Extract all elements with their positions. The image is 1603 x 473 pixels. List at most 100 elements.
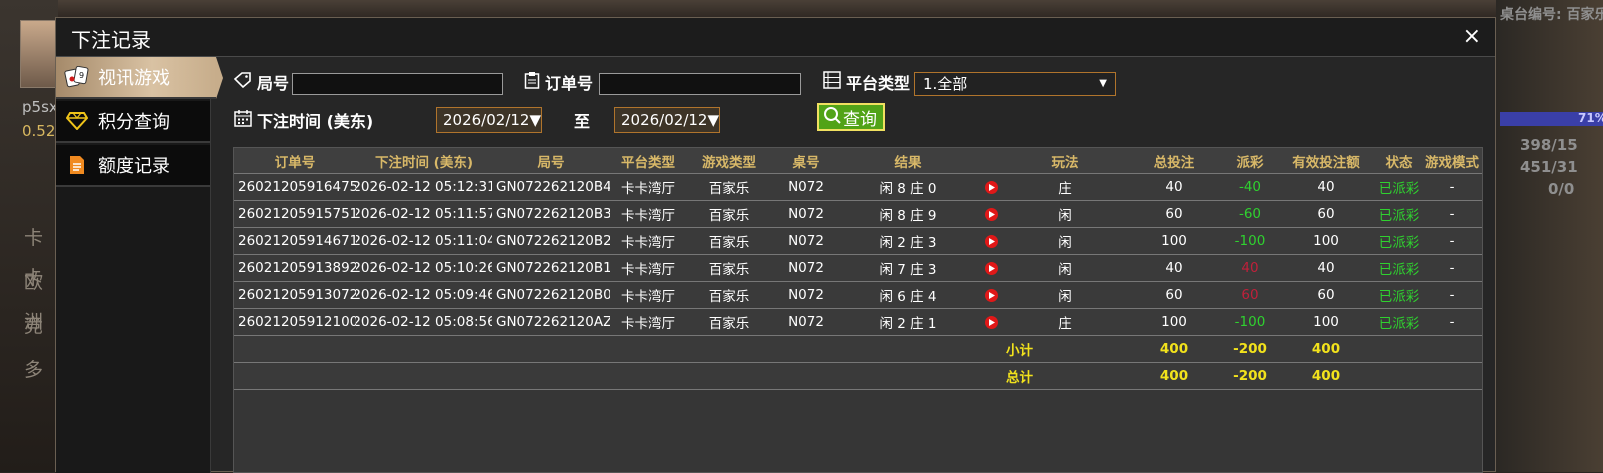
nav-item-live-games[interactable]: 9 视讯游戏: [56, 57, 223, 99]
nav-label: 积分查询: [98, 112, 170, 133]
cell-table: N072: [788, 314, 824, 330]
play-video-icon[interactable]: [976, 309, 1006, 335]
cell-time: 2026-02-12 05:11:57: [356, 206, 492, 222]
table-row[interactable]: 260212059157513 2026-02-12 05:11:57 GN0722…: [234, 201, 1482, 228]
column-header: [976, 148, 1006, 173]
play-video-icon[interactable]: [976, 201, 1006, 227]
cell-payout: -40: [1238, 179, 1262, 195]
cell-round: GN072262120B1: [496, 260, 610, 276]
sum-cell: 小计: [1006, 343, 1033, 359]
diamond-icon: [64, 110, 90, 132]
date-to-picker[interactable]: 2026/02/12▼: [614, 107, 720, 133]
cell-play: 庄: [1058, 316, 1072, 332]
lobby-menu-item[interactable]: 竞: [0, 306, 58, 346]
cell-platform: 卡卡湾厅: [621, 316, 675, 332]
search-icon: [823, 106, 841, 129]
cell-mode: -: [1449, 287, 1455, 303]
column-header: 玩法: [1051, 154, 1079, 171]
clipboard-icon: [524, 71, 540, 93]
cell-time: 2026-02-12 05:09:46: [356, 287, 492, 303]
cell-payout: -100: [1234, 233, 1266, 249]
round-label-group: 局号: [233, 70, 290, 94]
cell-bet: 100: [1161, 314, 1187, 330]
round-input[interactable]: [292, 73, 503, 95]
cell-round: GN072262120B4: [496, 179, 610, 195]
platform-label: 平台类型: [846, 74, 911, 93]
cell-result: 闲 8 庄 0: [879, 181, 937, 197]
table-row[interactable]: 260212059130728 2026-02-12 05:09:46 GN0722…: [234, 282, 1482, 309]
play-video-icon[interactable]: [976, 282, 1006, 308]
platform-label-group: 平台类型: [823, 70, 910, 94]
cell-platform: 卡卡湾厅: [621, 235, 675, 251]
round-label: 局号: [257, 74, 290, 93]
cell-status: 已派彩: [1378, 289, 1420, 305]
cell-table: N072: [788, 287, 824, 303]
nav-item-points[interactable]: 积分查询: [56, 101, 210, 143]
play-video-icon[interactable]: [976, 255, 1006, 281]
cell-mode: -: [1449, 233, 1455, 249]
lobby-menu-item[interactable]: 欧洲: [0, 262, 58, 333]
play-video-icon[interactable]: [976, 228, 1006, 254]
cell-game: 百家乐: [708, 316, 750, 332]
platform-select[interactable]: 1.全部 ▼: [914, 72, 1116, 96]
cell-mode: -: [1449, 206, 1455, 222]
column-header: 派彩: [1236, 154, 1264, 171]
column-header: 订单号: [274, 154, 316, 171]
cell-play: 闲: [1058, 289, 1072, 305]
date-from-picker[interactable]: 2026/02/12▼: [436, 107, 542, 133]
order-number-input[interactable]: [599, 73, 801, 95]
sum-cell: [234, 363, 356, 389]
sum-cell: [976, 336, 1006, 362]
column-header: 总投注: [1153, 154, 1195, 171]
cell-play: 闲: [1058, 235, 1072, 251]
modal-header: 下注记录 ×: [56, 18, 1495, 57]
sum-cell: [356, 336, 492, 362]
cell-result: 闲 2 庄 1: [879, 316, 937, 332]
cell-result: 闲 2 庄 3: [879, 235, 937, 251]
cell-status: 已派彩: [1378, 235, 1420, 251]
close-button[interactable]: ×: [1463, 24, 1481, 50]
table-row[interactable]: 260212059121000 2026-02-12 05:08:56 GN0722…: [234, 309, 1482, 336]
side-nav: 9 视讯游戏 积分查询 额度记录: [56, 57, 223, 473]
lobby-table-id: 桌台编号: 百家乐N72: [1500, 7, 1603, 23]
lobby-menu-item[interactable]: 多: [0, 350, 58, 390]
lobby-stat: 398/15: [1520, 136, 1578, 154]
search-button[interactable]: 查询: [817, 103, 885, 131]
cell-bet: 60: [1165, 206, 1183, 222]
nav-item-credit-records[interactable]: 额度记录: [56, 145, 210, 187]
sum-cell: [1376, 363, 1422, 389]
cell-table: N072: [788, 260, 824, 276]
document-icon: [64, 154, 90, 176]
sum-cell: 400: [1159, 341, 1189, 357]
lobby-stat: 451/31: [1520, 158, 1578, 176]
cell-play: 闲: [1058, 208, 1072, 224]
calendar-icon: [234, 109, 252, 131]
sum-cell: [686, 363, 772, 389]
sum-cell: 400: [1311, 368, 1341, 384]
column-header: 游戏模式: [1425, 154, 1479, 171]
table-row[interactable]: 260212059146718 2026-02-12 05:11:04 GN0722…: [234, 228, 1482, 255]
sum-cell: [772, 363, 840, 389]
cell-order: 260212059130728: [238, 287, 356, 303]
cell-mode: -: [1449, 179, 1455, 195]
table-row[interactable]: 260212059164751 2026-02-12 05:12:31 GN0722…: [234, 174, 1482, 201]
lobby-menu-item[interactable]: 卡卡: [0, 218, 58, 289]
cell-game: 百家乐: [708, 181, 750, 197]
play-video-icon[interactable]: [976, 174, 1006, 200]
order-label: 订单号: [545, 74, 594, 93]
cell-time: 2026-02-12 05:11:04: [356, 233, 492, 249]
cell-time: 2026-02-12 05:12:31: [356, 179, 492, 195]
cell-table: N072: [788, 233, 824, 249]
cards-icon: 9: [64, 66, 90, 88]
svg-text:9: 9: [79, 71, 84, 80]
cell-status: 已派彩: [1378, 262, 1420, 278]
platform-select-value: 1.全部: [923, 75, 968, 93]
sum-cell: [492, 336, 610, 362]
tag-icon: [233, 72, 252, 92]
cell-status: 已派彩: [1378, 208, 1420, 224]
cell-payout: -60: [1238, 206, 1262, 222]
avatar: [20, 20, 60, 88]
cell-status: 已派彩: [1378, 316, 1420, 332]
table-row[interactable]: 260212059138929 2026-02-12 05:10:26 GN0722…: [234, 255, 1482, 282]
cell-payout: 40: [1241, 260, 1259, 276]
